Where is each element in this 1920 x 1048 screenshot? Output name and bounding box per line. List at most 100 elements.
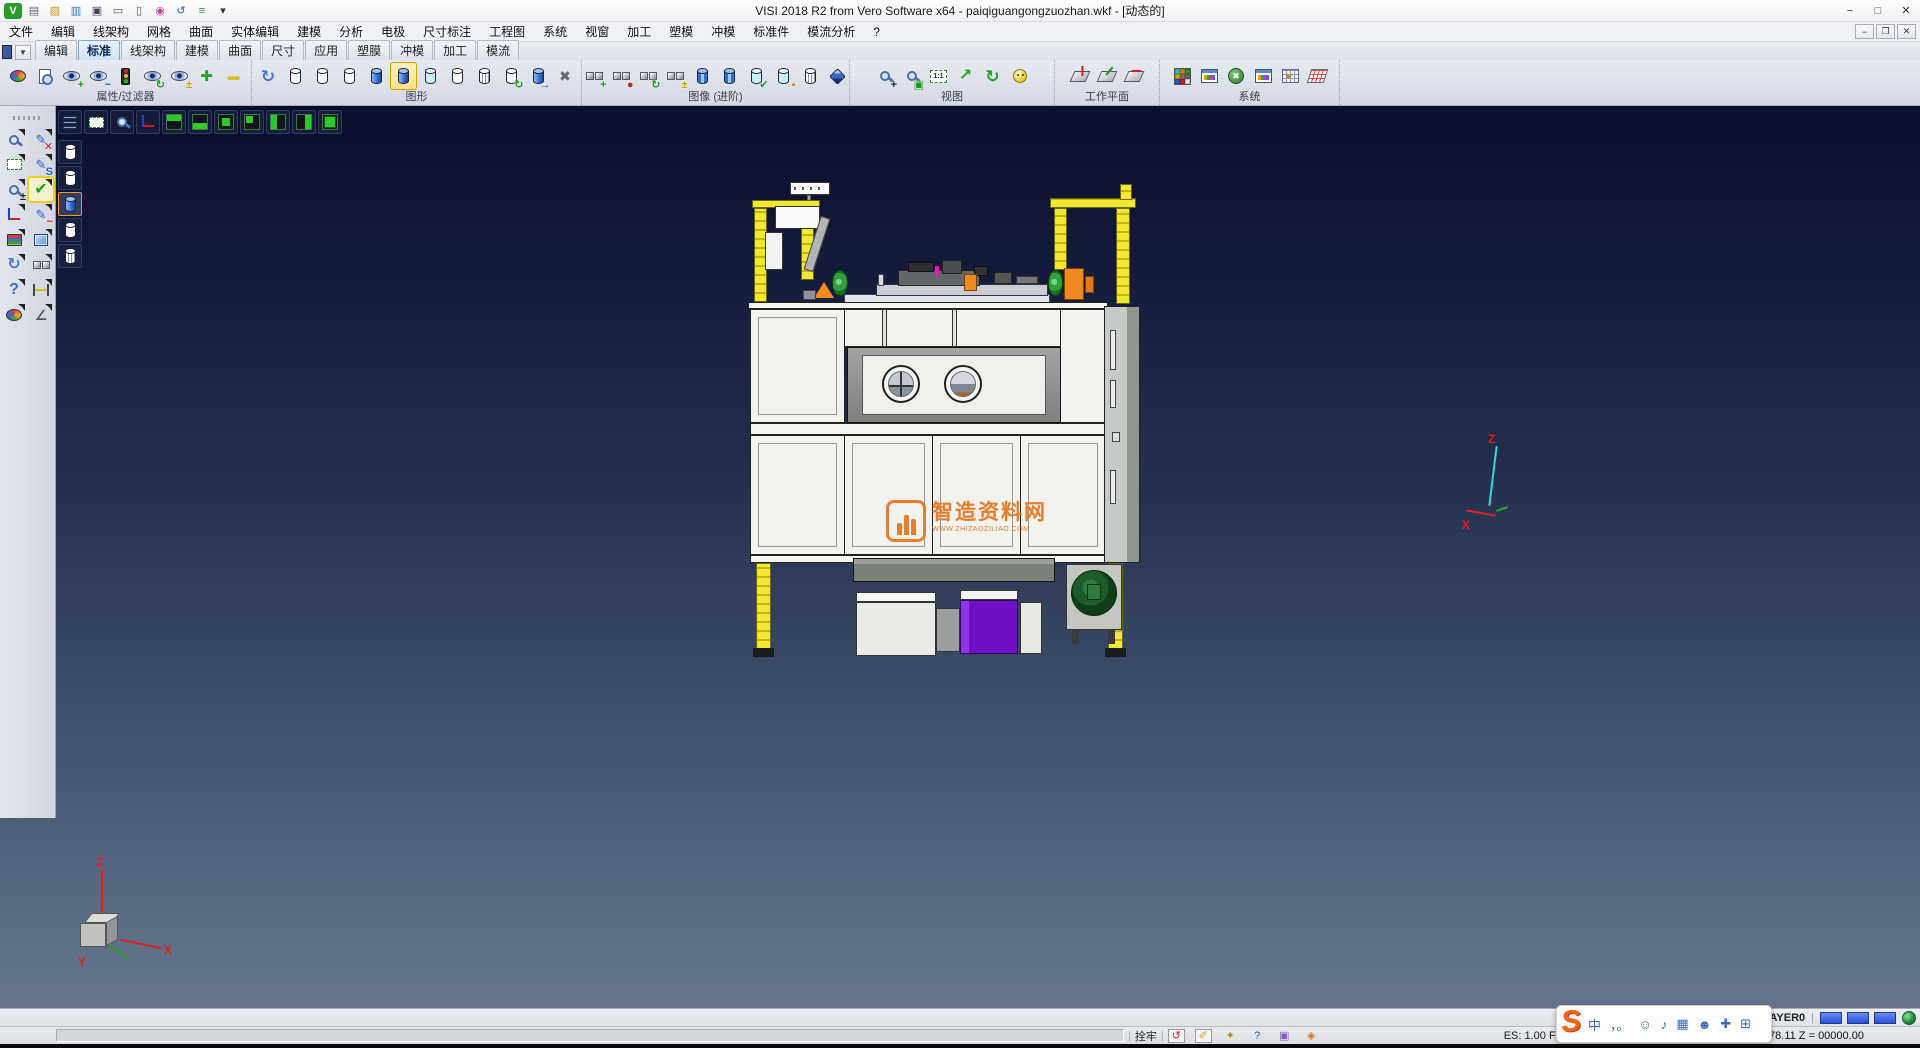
ime-icon-5[interactable]: ▦ [1676,1016,1688,1032]
ime-icon-8[interactable]: ⊞ [1740,1016,1751,1032]
delete-sketch-icon[interactable]: ✎✕ [29,128,53,151]
recycle-shading-icon[interactable]: ↻ [499,63,524,89]
menu-2[interactable]: 编辑 [42,22,84,41]
palette-icon[interactable]: ◉ [151,3,169,19]
globe-icon[interactable] [1902,1011,1916,1025]
visi-logo[interactable]: V [4,3,22,19]
advanced-toggle-icon[interactable]: ± [663,63,688,89]
layer-swatch-3[interactable] [1874,1012,1896,1024]
ime-icon-7[interactable]: ✚ [1720,1016,1731,1032]
view-cube-iso-icon[interactable] [318,110,342,134]
transparent-cylinder-icon[interactable] [418,63,443,89]
render-cube-icon[interactable]: ◈ [1303,1029,1320,1043]
mdi-minimize-button[interactable]: − [1855,24,1874,39]
advanced-filter-icon[interactable]: ● [609,63,634,89]
zoom-window-icon[interactable]: ▣ [899,63,924,89]
color-palette-icon[interactable] [1170,63,1195,89]
ime-icon-6[interactable]: ☻ [1698,1017,1712,1032]
striped-cylinder-icon[interactable] [717,63,742,89]
advanced-refresh-icon[interactable]: ↻ [636,63,661,89]
show-hide-toggle-icon[interactable]: ± [167,63,192,89]
section-cylinder-icon[interactable] [690,63,715,89]
show-entities-icon[interactable]: + [59,63,84,89]
key-tool-icon[interactable]: ✦ [1222,1029,1239,1043]
menu-3[interactable]: 线架构 [84,22,138,41]
wireframe-cylinder-icon[interactable] [283,63,308,89]
menu-17[interactable]: 标准件 [744,22,798,41]
tab-应用[interactable]: 应用 [305,40,347,60]
move-origin-icon[interactable] [2,203,26,226]
regenerate-icon[interactable]: ↻ [2,253,26,276]
grid-display-icon[interactable] [1305,63,1330,89]
zoom-window-icon[interactable] [84,110,108,134]
menu-5[interactable]: 曲面 [180,22,222,41]
view-cube-top-icon[interactable] [162,110,186,134]
shade-wireframe-icon[interactable] [58,140,82,164]
tab-冲模[interactable]: 冲模 [391,40,433,60]
menu-16[interactable]: 冲模 [702,22,744,41]
hide-entities-icon[interactable]: ~ [86,63,111,89]
tab-模流[interactable]: 模流 [477,40,519,60]
menu-13[interactable]: 视窗 [576,22,618,41]
layer-swatch-1[interactable] [1820,1012,1842,1024]
viewport-canvas[interactable]: 智造资料网 WWW.ZHIZAOZILIAO.COM Z X Z [0,106,1920,1008]
flat-cylinder-icon[interactable] [445,63,470,89]
sogou-logo-icon[interactable]: S [1559,1006,1582,1038]
menu-4[interactable]: 网格 [138,22,180,41]
menu-12[interactable]: 系统 [534,22,576,41]
tab-曲面[interactable]: 曲面 [219,40,261,60]
tab-尺寸[interactable]: 尺寸 [262,40,304,60]
layers-icon[interactable]: ≡ [193,3,211,19]
menu-6[interactable]: 实体编辑 [222,22,288,41]
selection-filter-icon[interactable] [113,63,138,89]
show-add-icon[interactable]: ✚ [194,63,219,89]
hatched-cylinder-icon[interactable] [472,63,497,89]
menu-15[interactable]: 塑模 [660,22,702,41]
view-menu-icon[interactable] [58,110,82,134]
view-cube-right-icon[interactable] [292,110,316,134]
view-cube-front-icon[interactable] [214,110,238,134]
mdi-restore-button[interactable]: ❐ [1876,24,1895,39]
shading-settings-icon[interactable]: ✖ [553,63,578,89]
validate-cylinder-icon[interactable]: ✔ [744,63,769,89]
system-options-icon[interactable]: ✖ [1224,63,1249,89]
minimize-button[interactable]: − [1836,1,1864,21]
tab-线架构[interactable]: 线架构 [121,40,175,60]
ime-icon-4[interactable]: ♪ [1661,1017,1668,1032]
print-preview-icon[interactable]: ▯ [130,3,148,19]
new-document-icon[interactable]: ▤ [25,3,43,19]
axis-view-icon[interactable] [136,110,160,134]
toolbar-grip[interactable] [13,116,43,120]
modify-attributes-icon[interactable] [5,63,30,89]
zoom-view-icon[interactable] [110,110,134,134]
view-cube-left-icon[interactable] [266,110,290,134]
menu-7[interactable]: 建模 [288,22,330,41]
menu-9[interactable]: 电极 [372,22,414,41]
view-zoom-icon[interactable] [2,128,26,151]
help-icon[interactable]: ? [2,278,26,301]
attributes-library-icon[interactable] [2,228,26,251]
view-cube-bottom-icon[interactable] [188,110,212,134]
tag-cylinder-icon[interactable]: ▪ [771,63,796,89]
zoom-actual-icon[interactable]: 1:1 [926,63,951,89]
ime-icon-1[interactable]: 中 [1588,1015,1601,1034]
shaded-edges-cylinder-icon[interactable] [391,63,416,89]
regen-icon[interactable]: ↻ [256,63,281,89]
mesh-cylinder-icon[interactable] [798,63,823,89]
shade-shaded-icon[interactable] [58,192,82,216]
tab-建模[interactable]: 建模 [176,40,218,60]
menu-8[interactable]: 分析 [330,22,372,41]
advanced-add-icon[interactable]: + [582,63,607,89]
workplane-rotate-icon[interactable] [1122,63,1147,89]
refresh-visibility-icon[interactable]: ↻ [140,63,165,89]
view-cube-back-icon[interactable] [240,110,264,134]
dashed-cylinder-icon[interactable] [337,63,362,89]
solid-view-icon[interactable] [825,63,850,89]
menu-11[interactable]: 工程图 [480,22,534,41]
observer-icon[interactable] [1007,63,1032,89]
open-folder-icon[interactable]: ▨ [46,3,64,19]
shaded-cylinder-icon[interactable] [364,63,389,89]
menu-14[interactable]: 加工 [618,22,660,41]
ime-icon-2[interactable]: ，。 [1610,1015,1630,1034]
layer-swatch-2[interactable] [1847,1012,1869,1024]
